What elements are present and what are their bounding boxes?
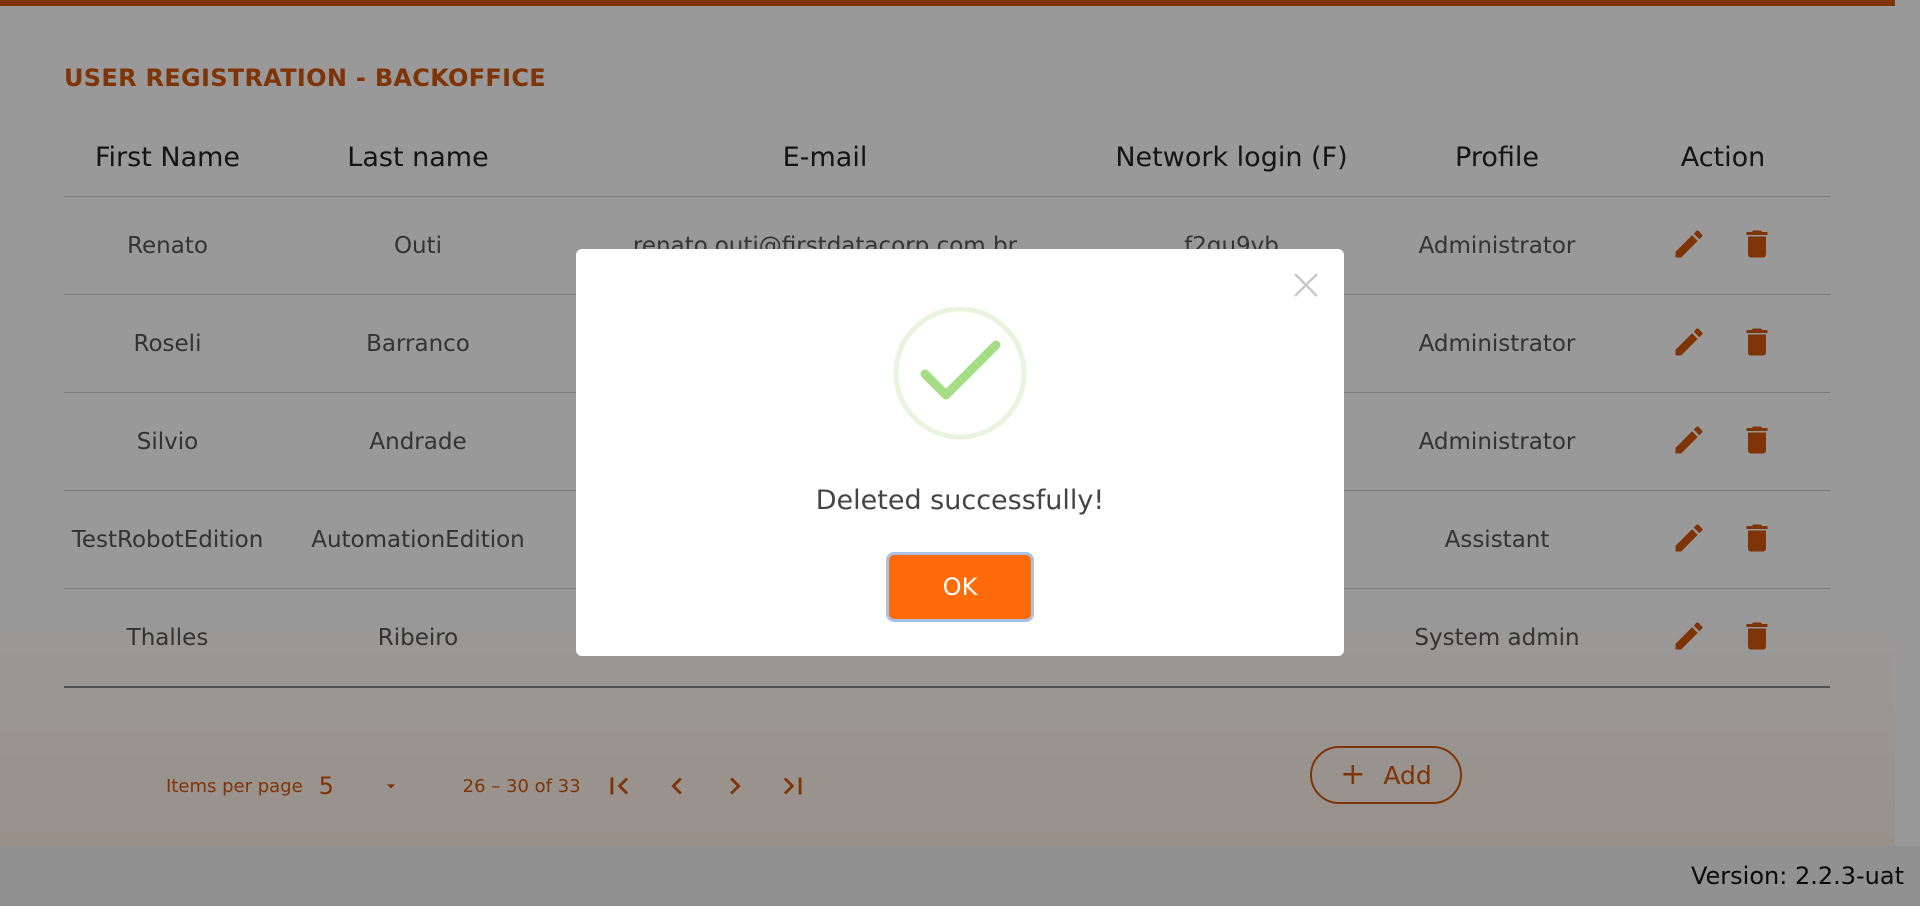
dialog-message: Deleted successfully! [815, 485, 1105, 516]
success-check-icon [893, 306, 1027, 440]
ok-button[interactable]: OK [889, 555, 1031, 619]
success-dialog: Deleted successfully! OK [576, 249, 1344, 656]
close-icon[interactable] [1290, 269, 1322, 301]
